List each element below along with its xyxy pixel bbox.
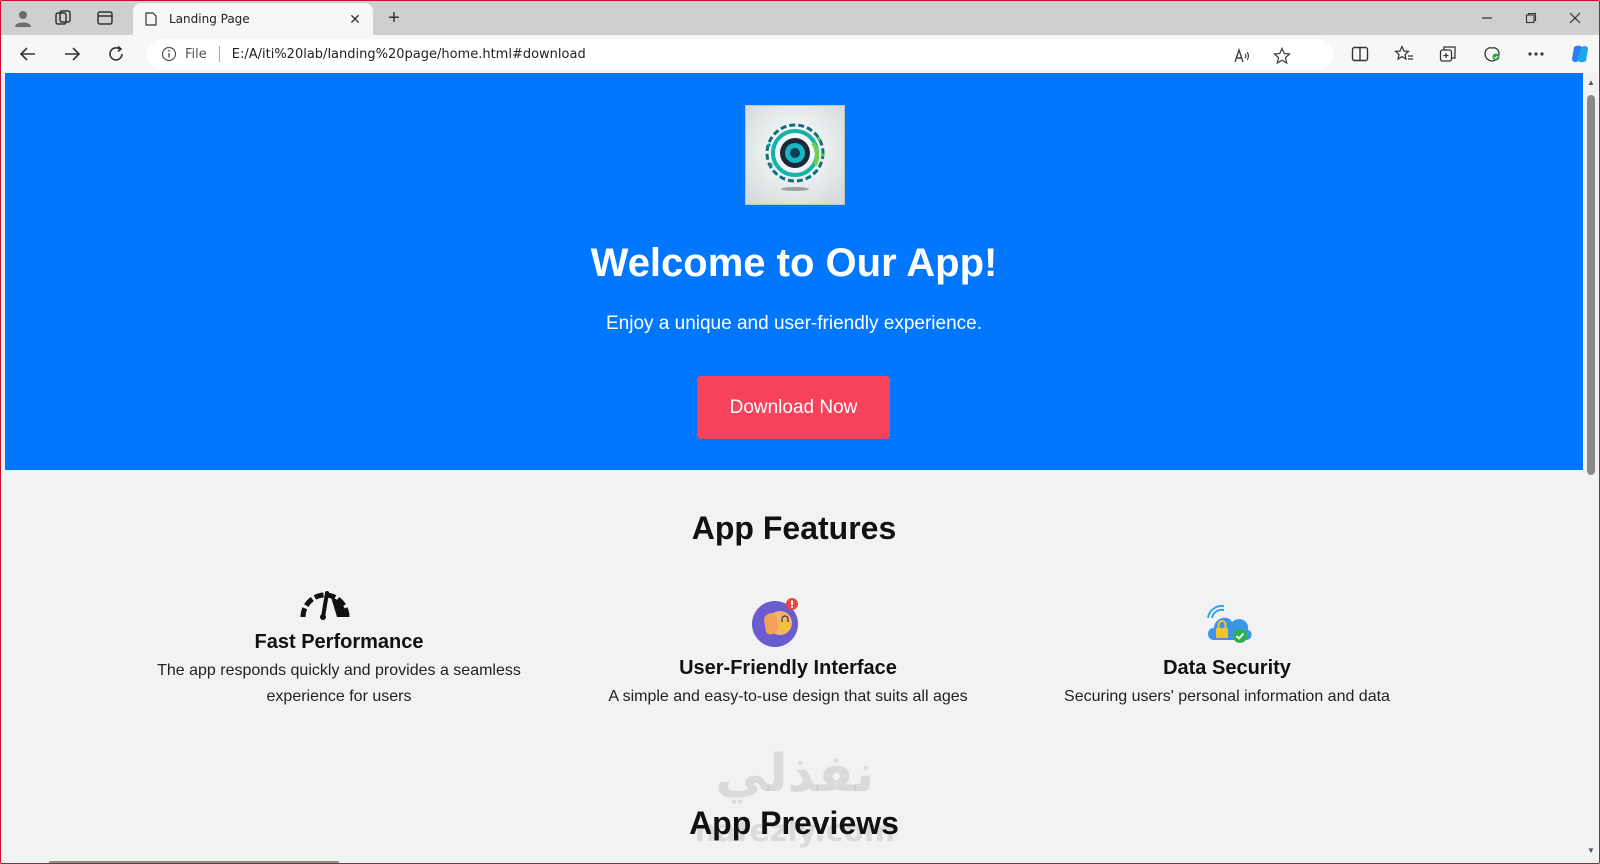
app-logo — [745, 105, 845, 205]
page-viewport: Welcome to Our App! Enjoy a unique and u… — [5, 73, 1583, 859]
favorites-icon[interactable] — [1389, 41, 1419, 67]
restore-icon[interactable] — [1509, 4, 1553, 32]
workspaces-icon[interactable] — [49, 6, 77, 30]
feature-card-data-security: Data Security Securing users' personal i… — [1017, 657, 1437, 710]
feature-description: A simple and easy-to-use design that sui… — [608, 688, 968, 705]
scroll-down-icon[interactable]: ▼ — [1586, 845, 1596, 855]
feature-card-fast-performance: Fast Performance The app responds quickl… — [129, 631, 549, 710]
touch-interface-icon — [749, 595, 805, 651]
feature-card-user-friendly-interface: User-Friendly Interface A simple and eas… — [578, 657, 998, 710]
close-tab-icon[interactable]: ✕ — [345, 9, 365, 29]
features-heading: App Features — [691, 510, 897, 546]
hero-subtitle: Enjoy a unique and user-friendly experie… — [605, 313, 982, 334]
browser-window: Landing Page ✕ + File E:/A/iti%20lab/lan… — [0, 0, 1600, 864]
scheme-label: File — [185, 46, 207, 62]
feature-description: The app responds quickly and provides a … — [157, 662, 521, 705]
navigation-toolbar: File E:/A/iti%20lab/landing%20page/home.… — [1, 35, 1599, 73]
scrollbar-thumb[interactable] — [1587, 95, 1595, 475]
site-info-icon[interactable] — [161, 46, 177, 62]
url-text[interactable]: E:/A/iti%20lab/landing%20page/home.html#… — [232, 47, 586, 62]
vertical-scrollbar[interactable]: ▲ ▼ — [1583, 73, 1599, 859]
feature-title: Data Security — [1163, 657, 1291, 679]
minimize-icon[interactable] — [1465, 4, 1509, 32]
address-bar[interactable]: File E:/A/iti%20lab/landing%20page/home.… — [147, 39, 1333, 69]
cloud-lock-icon — [1201, 595, 1257, 651]
feature-title: User-Friendly Interface — [679, 657, 897, 679]
tab-strip: Landing Page ✕ + — [1, 1, 1599, 35]
scroll-up-icon[interactable]: ▲ — [1586, 77, 1596, 87]
tab-landing-page[interactable]: Landing Page ✕ — [133, 3, 373, 35]
speedometer-icon — [297, 575, 353, 631]
collections-icon[interactable] — [1433, 41, 1463, 67]
tab-title: Landing Page — [169, 12, 250, 26]
browser-essentials-icon[interactable] — [1477, 41, 1507, 67]
back-icon[interactable] — [13, 41, 43, 67]
forward-icon[interactable] — [57, 41, 87, 67]
favorite-star-icon[interactable] — [1267, 43, 1297, 69]
feature-title: Fast Performance — [254, 631, 424, 653]
address-divider — [218, 46, 220, 62]
download-now-button[interactable]: Download Now — [697, 376, 890, 439]
page-icon — [143, 11, 159, 27]
new-tab-icon[interactable]: + — [381, 6, 407, 30]
refresh-icon[interactable] — [101, 41, 131, 67]
copilot-icon[interactable] — [1565, 41, 1595, 67]
hero-title: Welcome to Our App! — [590, 241, 998, 285]
feature-description: Securing users' personal information and… — [1064, 688, 1390, 705]
svg-text:نفذلي: نفذلي — [715, 744, 874, 804]
read-aloud-icon[interactable] — [1227, 43, 1257, 69]
previews-heading: App Previews — [689, 805, 899, 841]
tab-actions-icon[interactable] — [91, 6, 119, 30]
split-screen-icon[interactable] — [1345, 41, 1375, 67]
hero-section: Welcome to Our App! Enjoy a unique and u… — [5, 73, 1583, 470]
more-options-icon[interactable] — [1521, 41, 1551, 67]
close-window-icon[interactable] — [1553, 4, 1597, 32]
profile-icon[interactable] — [9, 6, 37, 30]
